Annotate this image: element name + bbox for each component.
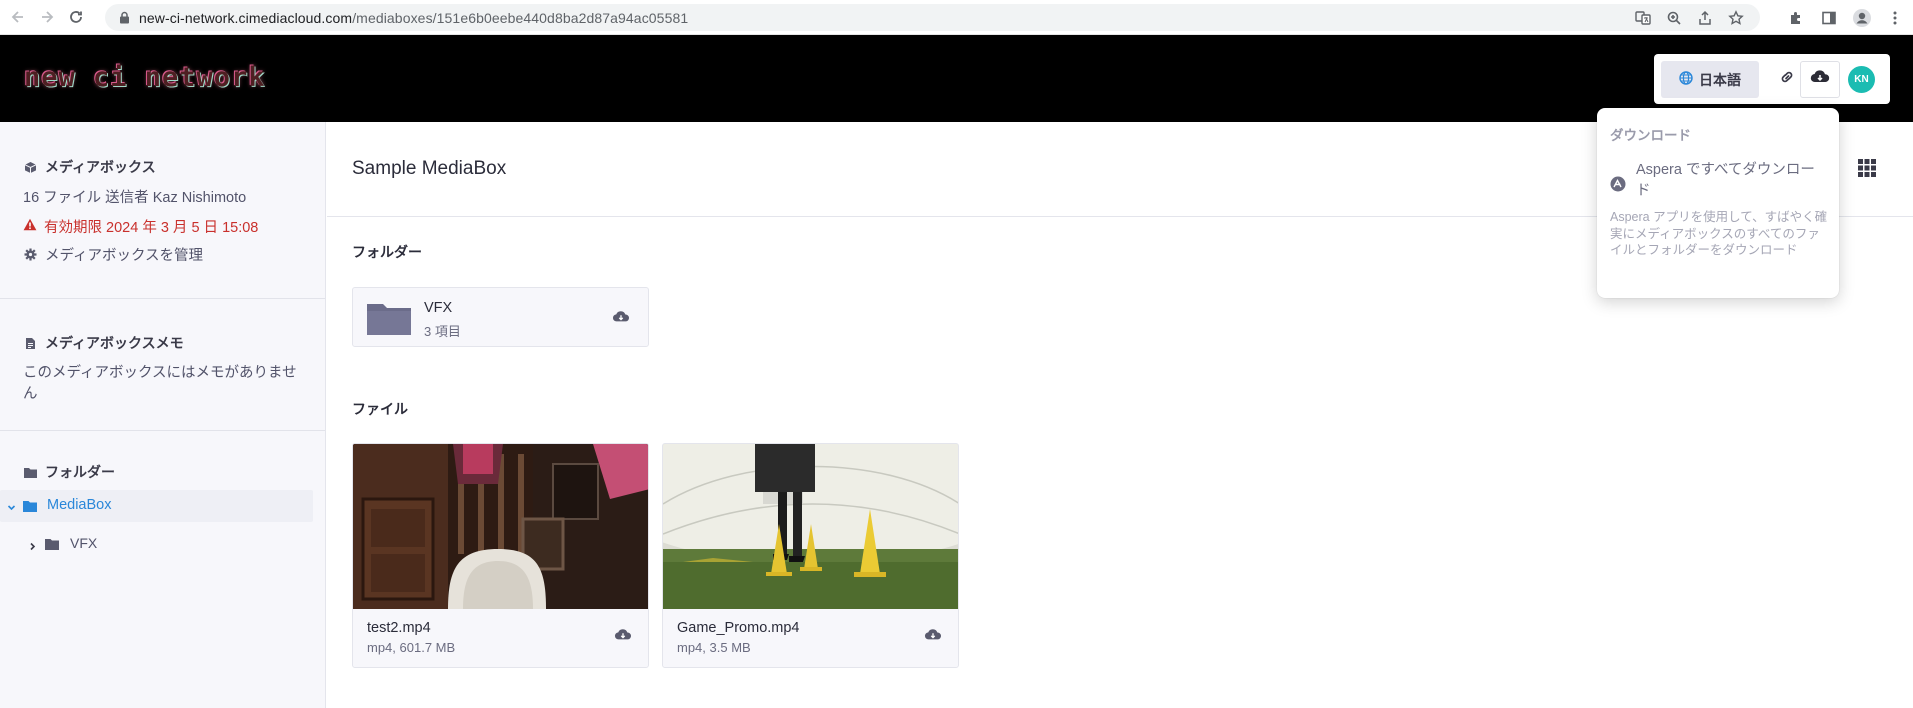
- cloud-download-icon[interactable]: [610, 306, 632, 328]
- translate-icon[interactable]: [1632, 7, 1653, 28]
- site-logo[interactable]: new ci network: [24, 62, 266, 93]
- grid-icon: [1857, 159, 1877, 182]
- file-meta: mp4, 3.5 MB: [677, 640, 751, 655]
- back-button[interactable]: [7, 6, 29, 28]
- folder-card[interactable]: VFX 3 項目: [352, 287, 649, 347]
- zoom-icon[interactable]: [1663, 7, 1684, 28]
- folder-item-count: 3 項目: [424, 324, 461, 339]
- globe-icon: [1679, 70, 1693, 89]
- file-name: Game_Promo.mp4: [677, 620, 800, 636]
- download-menu: ダウンロード Aspera ですべてダウンロード Aspera アプリを使用して…: [1597, 108, 1839, 298]
- folder-icon: [367, 301, 411, 340]
- reload-button[interactable]: [65, 6, 87, 28]
- tree-item-label: MediaBox: [47, 497, 112, 513]
- language-button[interactable]: 日本語: [1661, 61, 1759, 98]
- lock-icon[interactable]: [117, 11, 131, 25]
- tree-item-mediabox[interactable]: MediaBox: [0, 490, 313, 522]
- page-title: Sample MediaBox: [352, 158, 507, 179]
- chevron-right-icon[interactable]: [28, 538, 37, 556]
- grid-view-button[interactable]: [1857, 158, 1877, 178]
- share-icon[interactable]: [1694, 7, 1715, 28]
- folders-section: フォルダー MediaBox VFX: [0, 431, 325, 708]
- file-meta: mp4, 601.7 MB: [367, 640, 456, 655]
- download-menu-heading: ダウンロード: [1610, 128, 1691, 143]
- file-card[interactable]: Game_Promo.mp4 mp4, 3.5 MB: [662, 443, 959, 668]
- cube-icon: [23, 160, 37, 174]
- cloud-download-icon: [1810, 69, 1830, 90]
- mediabox-heading: メディアボックス: [23, 157, 156, 177]
- download-menu-button[interactable]: [1800, 61, 1840, 98]
- address-bar[interactable]: new-ci-network.cimediacloud.com/mediabox…: [105, 4, 1760, 31]
- aspera-icon: [1610, 176, 1626, 192]
- gear-icon: [23, 248, 37, 262]
- folders-section-label: フォルダー: [352, 244, 422, 260]
- mediabox-info-section: メディアボックス 16 ファイル 送信者 Kaz Nishimoto 有効期限 …: [0, 122, 325, 299]
- files-section-label: ファイル: [352, 401, 408, 417]
- expiry-warning: 有効期限 2024 年 3 月 5 日 15:08: [23, 216, 258, 237]
- aspera-download-description: Aspera アプリを使用して、すばやく確実にメディアボックスのすべてのファイル…: [1610, 210, 1828, 257]
- memo-heading: メディアボックスメモ: [23, 333, 184, 353]
- folder-icon: [45, 537, 59, 555]
- user-avatar[interactable]: KN: [1848, 66, 1875, 93]
- folder-name: VFX: [424, 300, 453, 316]
- language-label: 日本語: [1699, 71, 1741, 88]
- memo-section: メディアボックスメモ このメディアボックスにはメモがありません: [0, 299, 325, 431]
- folders-heading: フォルダー: [23, 462, 115, 482]
- header-toolbar: 日本語 KN: [1654, 54, 1890, 104]
- profile-icon[interactable]: [1849, 5, 1874, 30]
- document-icon: [23, 336, 37, 350]
- browser-toolbar: new-ci-network.cimediacloud.com/mediabox…: [0, 0, 1913, 35]
- extensions-icon[interactable]: [1783, 5, 1808, 30]
- file-name: test2.mp4: [367, 620, 431, 636]
- cloud-download-icon[interactable]: [922, 624, 944, 646]
- side-panel-icon[interactable]: [1816, 5, 1841, 30]
- url-text: new-ci-network.cimediacloud.com/mediabox…: [139, 9, 689, 26]
- chevron-down-icon[interactable]: [7, 499, 16, 517]
- cloud-download-icon[interactable]: [612, 624, 634, 646]
- warning-icon: [23, 218, 37, 235]
- memo-text: このメディアボックスにはメモがありません: [23, 365, 297, 402]
- file-info-text: 16 ファイル 送信者 Kaz Nishimoto: [23, 190, 247, 206]
- folder-icon: [23, 465, 37, 479]
- aspera-download-all-item[interactable]: Aspera ですべてダウンロード: [1636, 160, 1826, 202]
- bookmark-star-icon[interactable]: [1725, 7, 1746, 28]
- video-thumbnail[interactable]: [353, 444, 648, 609]
- forward-button[interactable]: [36, 6, 58, 28]
- tree-item-vfx[interactable]: VFX: [0, 528, 313, 558]
- manage-mediabox-link[interactable]: メディアボックスを管理: [23, 244, 203, 265]
- video-thumbnail[interactable]: [663, 444, 958, 609]
- folder-icon: [23, 499, 37, 517]
- file-card[interactable]: test2.mp4 mp4, 601.7 MB: [352, 443, 649, 668]
- link-icon: [1779, 69, 1795, 90]
- browser-menu-icon[interactable]: [1882, 5, 1907, 30]
- tree-item-label: VFX: [70, 535, 98, 551]
- sidebar: メディアボックス 16 ファイル 送信者 Kaz Nishimoto 有効期限 …: [0, 122, 326, 708]
